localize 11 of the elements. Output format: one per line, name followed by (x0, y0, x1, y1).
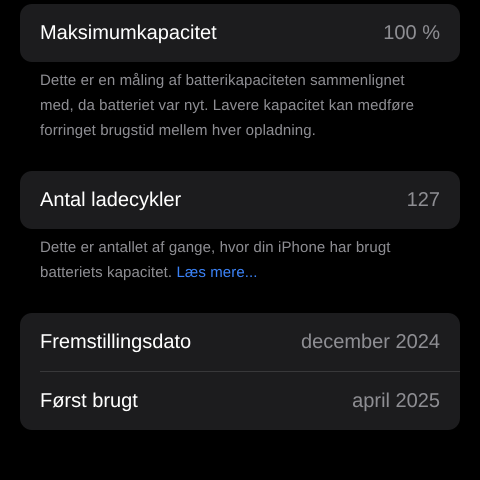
row-label: Fremstillingsdato (40, 330, 192, 354)
read-more-link[interactable]: Læs mere... (176, 264, 258, 281)
row-label: Først brugt (40, 390, 138, 412)
footer-text: Dette er en måling af batterikapaciteten sammenlignet med, da batteriet var nyt. Lavere kapacitet kan medføre forringet brugstid mellem hver opladning. (39, 71, 416, 141)
row-label: Antal ladecykler (40, 188, 182, 212)
row-value: december 2024 (301, 330, 440, 354)
row-value: april 2025 (352, 390, 440, 412)
row-value: 127 (406, 188, 440, 212)
row-label: Maksimumkapacitet (40, 22, 217, 44)
footer-text: Dette er antallet af gange, hvor din iPhone har brugt batteriets kapacitet. Læs mere... (39, 238, 392, 283)
row-value: 100 % (383, 22, 440, 44)
